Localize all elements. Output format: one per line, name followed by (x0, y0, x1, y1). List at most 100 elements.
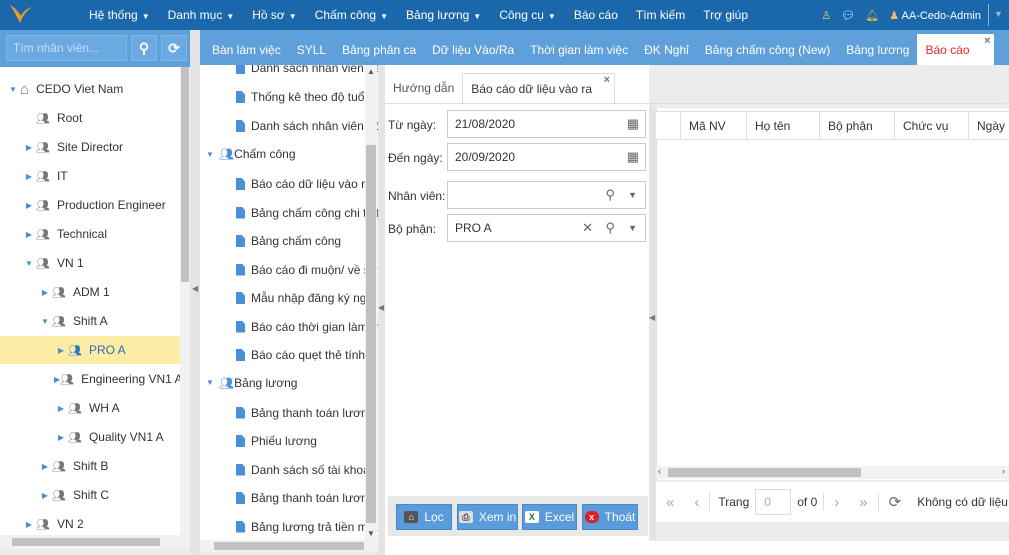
report-group[interactable]: ▼ 👥︎ Bảng lương (206, 372, 297, 394)
chevron-down-icon[interactable]: ▼ (628, 190, 637, 200)
menu-item[interactable]: Bảng lương ▼ (397, 8, 490, 22)
prev-page-button[interactable]: ‹ (684, 494, 709, 511)
tab-item[interactable]: ĐK Nghỉ (636, 34, 697, 65)
report-item[interactable]: Báo cáo đi muộn/ về sớm (236, 259, 378, 281)
caret-right-icon[interactable]: ▶ (38, 462, 52, 471)
report-item[interactable]: Bảng chấm công chi tiết (236, 202, 378, 224)
subtab-report[interactable]: Báo cáo dữ liệu vào ra × (462, 73, 616, 103)
tab-item[interactable]: Bảng chấm công (New) (697, 34, 838, 65)
to-date-field[interactable]: 20/09/2020 ▦ (447, 143, 646, 171)
menu-item[interactable]: Công cụ ▼ (490, 8, 565, 22)
caret-right-icon[interactable]: ▶ (38, 288, 52, 297)
report-item[interactable]: Báo cáo thời gian làm thê (236, 316, 378, 338)
caret-right-icon[interactable]: ▶ (54, 433, 68, 442)
report-group[interactable]: ▼ 👥︎ Chấm công (206, 143, 296, 165)
menu-item[interactable]: Báo cáo (565, 8, 627, 22)
excel-button[interactable]: X Excel (522, 504, 577, 530)
user-menu[interactable]: ♟ AA-Cedo-Admin (889, 9, 981, 22)
tree-item[interactable]: ▼ ⌂ CEDO Viet Nam (0, 75, 180, 103)
report-item[interactable]: Bảng lương trả tiền mặt (236, 516, 378, 538)
tab-item[interactable]: Dữ liệu Vào/Ra (424, 34, 522, 65)
refresh-icon[interactable]: ⟳ (879, 493, 912, 511)
print-preview-button[interactable]: ⎙ Xem in (457, 504, 518, 530)
first-page-button[interactable]: « (656, 494, 684, 511)
report-item[interactable]: Danh sách nhân viên đang (236, 65, 378, 79)
calendar-icon[interactable]: ▦ (627, 149, 639, 165)
caret-right-icon[interactable]: ▶ (22, 230, 36, 239)
chevron-down-icon[interactable]: ▼ (994, 9, 1003, 19)
caret-right-icon[interactable]: ▶ (22, 520, 36, 529)
grid-column-header[interactable]: Bộ phận (820, 112, 895, 140)
report-item[interactable]: Danh sách số tài khoản ng (236, 459, 378, 481)
refresh-button[interactable]: ⟳ (161, 35, 187, 61)
report-item[interactable]: Báo cáo dữ liệu vào ra (236, 173, 372, 195)
chat-icon[interactable]: 💬︎ (841, 9, 855, 22)
tree-item[interactable]: ▶ 👥︎ Shift C (0, 481, 180, 509)
close-icon[interactable]: × (604, 74, 610, 86)
tab-item[interactable]: SYLL (289, 34, 334, 65)
page-input[interactable]: 0 (755, 489, 792, 515)
search-icon[interactable]: ⚲ (605, 220, 615, 236)
tree-item[interactable]: ▶ 👥︎ WH A (0, 394, 180, 422)
from-date-field[interactable]: 21/08/2020 ▦ (447, 110, 646, 138)
report-list-horizontal-scrollbar[interactable] (200, 540, 378, 552)
report-item[interactable]: Bảng thanh toán lương th (236, 487, 378, 509)
report-item[interactable]: Danh sách nhân viên công (236, 115, 378, 137)
report-item[interactable]: Phiếu lương (236, 430, 317, 452)
caret-right-icon[interactable]: ▶ (54, 346, 68, 355)
search-button[interactable]: ⚲ (131, 35, 157, 61)
splitter[interactable]: ◀ (190, 30, 200, 555)
employee-field[interactable]: ⚲ ▼ (447, 181, 646, 209)
report-item[interactable]: Bảng chấm công (236, 230, 341, 252)
menu-item[interactable]: Hệ thống ▼ (80, 8, 159, 22)
caret-right-icon[interactable]: ▶ (22, 201, 36, 210)
calendar-icon[interactable]: ▦ (627, 116, 639, 132)
report-item[interactable]: Bảng thanh toán lương (236, 402, 374, 424)
tree-item[interactable]: ▼ 👥︎ Shift A (0, 307, 180, 335)
tree-item[interactable]: ▶ 👥︎ Shift B (0, 452, 180, 480)
tree-item[interactable]: ▶ 👥︎ IT (0, 162, 180, 190)
tab-item[interactable]: Bảng lương (838, 34, 917, 65)
menu-item[interactable]: Tìm kiếm (627, 8, 694, 22)
tree-scrollbar[interactable] (180, 67, 190, 535)
tab-item[interactable]: Bàn làm việc (204, 34, 289, 65)
grid-column-header[interactable]: Họ tên (747, 112, 820, 140)
caret-down-icon[interactable]: ▼ (22, 259, 36, 268)
logo[interactable] (8, 3, 34, 27)
report-item[interactable]: Mẫu nhập đăng ký nghỉ (236, 287, 376, 309)
department-field[interactable]: PRO A ✕ ⚲ ▼ (447, 214, 646, 242)
menu-item[interactable]: Hồ sơ ▼ (243, 8, 305, 22)
caret-right-icon[interactable]: ▶ (54, 404, 68, 413)
user-settings-icon[interactable]: ♙ (821, 9, 831, 22)
tree-item[interactable]: ▶ 👥︎ Production Engineer (0, 191, 180, 219)
search-icon[interactable]: ⚲ (605, 187, 615, 203)
tree-horizontal-scrollbar[interactable] (0, 535, 190, 549)
grid-column-header[interactable] (656, 112, 681, 140)
filter-button[interactable]: ⌂ Lọc (396, 504, 452, 530)
caret-down-icon[interactable]: ▼ (38, 317, 52, 326)
caret-right-icon[interactable]: ▶ (22, 143, 36, 152)
employee-search-input[interactable] (6, 35, 127, 61)
grid-column-header[interactable]: Mã NV (681, 112, 747, 140)
caret-right-icon[interactable]: ▶ (22, 172, 36, 181)
grid-column-header[interactable]: Chức vụ (895, 112, 969, 140)
report-list-scrollbar[interactable]: ▲ ▼ (365, 65, 377, 540)
close-icon[interactable]: × (984, 35, 990, 47)
tab-item[interactable]: Thời gian làm việc (522, 34, 636, 65)
caret-down-icon[interactable]: ▼ (6, 85, 20, 94)
notification-icon[interactable]: 🔔︎ (865, 9, 879, 22)
tree-item[interactable]: ▶ 👥︎ Site Director (0, 133, 180, 161)
caret-right-icon[interactable]: ▶ (38, 491, 52, 500)
tab-item[interactable]: Báo cáo × (917, 34, 994, 65)
menu-item[interactable]: Danh mục ▼ (159, 8, 244, 22)
clear-icon[interactable]: ✕ (582, 220, 593, 236)
tree-item[interactable]: 👥︎ Root (0, 104, 180, 132)
last-page-button[interactable]: » (849, 494, 877, 511)
chevron-down-icon[interactable]: ▼ (628, 223, 637, 233)
next-page-button[interactable]: › (824, 494, 849, 511)
subtab-guide[interactable]: Hướng dẫn (385, 73, 462, 103)
tab-item[interactable]: Bảng phân ca (334, 34, 424, 65)
report-item[interactable]: Báo cáo quẹt thẻ tính giờ (236, 344, 378, 366)
tree-item[interactable]: ▶ 👥︎ VN 2 (0, 510, 180, 535)
grid-column-header[interactable]: Ngày (969, 112, 1009, 140)
